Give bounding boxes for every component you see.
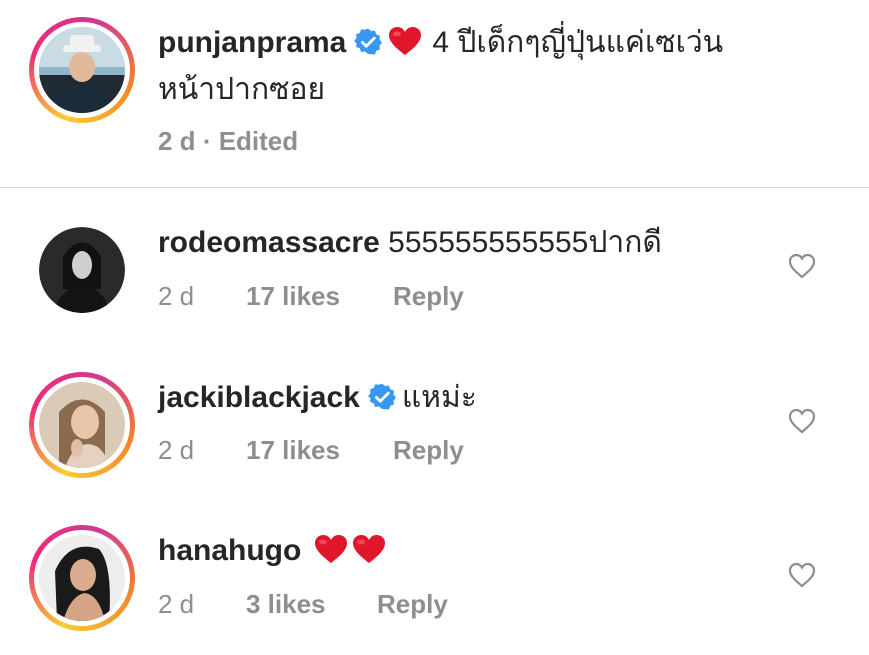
comment-3-likes[interactable]: 3 likes — [246, 588, 326, 620]
heart-outline-icon[interactable] — [788, 408, 816, 434]
comment-3-line: hanahugo — [158, 532, 386, 570]
caption-divider — [0, 187, 869, 188]
red-heart-emoji — [352, 535, 385, 563]
comment-2-line: jackiblackjack แหม่ะ — [158, 379, 477, 417]
comment-1-likes[interactable]: 17 likes — [246, 280, 340, 312]
verified-badge-icon — [354, 28, 383, 55]
heart-outline-icon[interactable] — [788, 253, 816, 279]
avatar-image — [39, 535, 125, 621]
avatar-jackiblackjack[interactable] — [29, 372, 135, 478]
heart-outline-icon[interactable] — [788, 562, 816, 588]
caption-line-1: punjanprama 4 ปีเด็กๆญี่ปุ่นแค่เซเว่น — [158, 24, 723, 62]
caption-text-line2: หน้าปากซอย — [158, 73, 326, 106]
comment-2-time: 2 d — [158, 435, 195, 465]
caption-edited: · Edited — [202, 126, 299, 156]
comment-1-username[interactable]: rodeomassacre — [158, 226, 380, 259]
caption-username[interactable]: punjanprama — [158, 26, 346, 59]
avatar-hanahugo[interactable] — [29, 525, 135, 631]
avatar-rodeomassacre[interactable] — [39, 227, 125, 313]
caption-time: 2 d · Edited — [158, 125, 298, 157]
comment-3-username[interactable]: hanahugo — [158, 534, 301, 567]
caption-line-2: หน้าปากซอย — [158, 71, 325, 109]
comment-3-reply-button[interactable]: Reply — [377, 588, 448, 620]
avatar-punjanprama[interactable] — [29, 17, 135, 123]
comment-2-likes[interactable]: 17 likes — [246, 434, 340, 466]
avatar-image — [39, 27, 125, 113]
red-heart-emoji — [314, 535, 347, 563]
caption-time-value: 2 d — [158, 126, 196, 156]
caption-text-line1: 4 ปีเด็กๆญี่ปุ่นแค่เซเว่น — [432, 26, 724, 59]
comment-2-text: แหม่ะ — [401, 381, 477, 414]
comment-1-time: 2 d — [158, 281, 195, 311]
comment-1-text: 555555555555ปากดี — [388, 226, 662, 259]
red-heart-emoji — [389, 27, 422, 55]
avatar-image — [39, 382, 125, 468]
comment-2-username[interactable]: jackiblackjack — [158, 381, 360, 414]
comment-2-reply-button[interactable]: Reply — [393, 434, 464, 466]
comment-1-line: rodeomassacre 555555555555ปากดี — [158, 224, 662, 262]
avatar-image — [39, 227, 125, 313]
comment-3-time: 2 d — [158, 589, 195, 619]
comment-1-reply-button[interactable]: Reply — [393, 280, 464, 312]
verified-badge-icon — [367, 383, 396, 410]
